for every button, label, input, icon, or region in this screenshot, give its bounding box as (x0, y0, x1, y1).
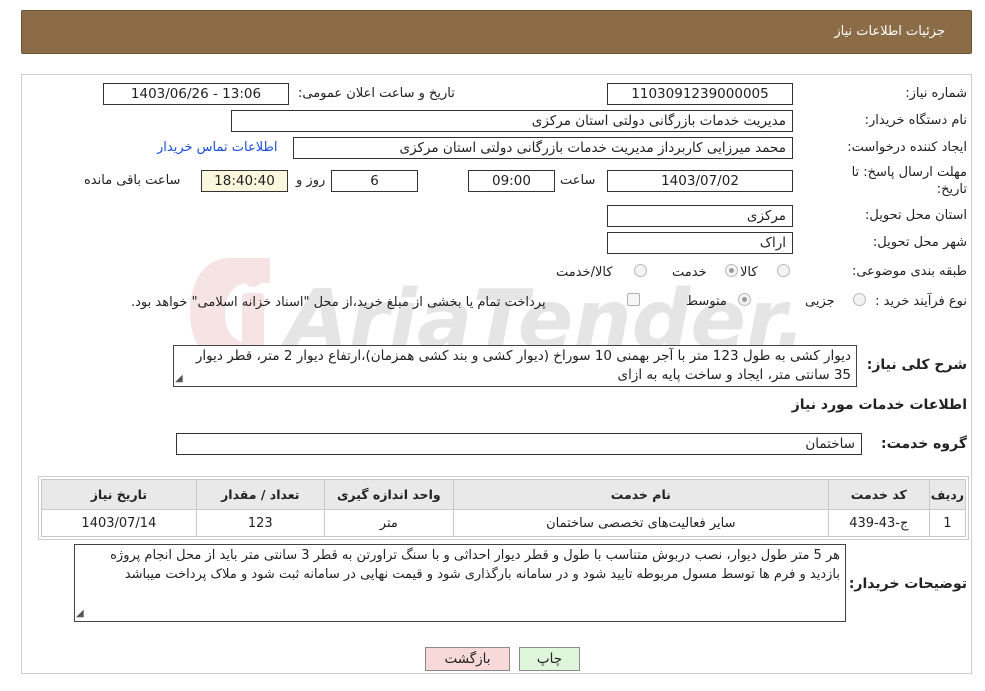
page-header (21, 10, 972, 54)
buyer-notes-textarea[interactable]: هر 5 متر طول دیوار، نصب دربوش متناسب با … (74, 544, 846, 622)
requester-label: ایجاد کننده درخواست: (847, 140, 967, 155)
province-label: استان محل تحویل: (865, 208, 967, 223)
process-label: نوع فرآیند خرید : (875, 294, 967, 309)
cell-date: 1403/07/14 (41, 509, 197, 537)
category-option-service: خدمت (672, 265, 707, 280)
payment-note: پرداخت تمام یا بخشی از مبلغ خرید،از محل … (131, 295, 546, 310)
deadline-label-line2: تاریخ: (936, 182, 967, 197)
cell-quantity: 123 (195, 509, 325, 537)
remaining-time-field: 18:40:40 (201, 170, 288, 192)
buyer-org-label: نام دستگاه خریدار: (864, 113, 967, 128)
resize-grip-icon[interactable]: ◢ (175, 373, 183, 384)
deadline-label-line1: مهلت ارسال پاسخ: تا (851, 165, 967, 180)
category-radio-both[interactable] (634, 264, 647, 277)
announce-field[interactable]: 1403/06/26 - 13:06 (103, 83, 289, 105)
description-textarea[interactable]: دیوار کشی به طول 123 متر با آجر بهمنی 10… (173, 345, 857, 387)
services-table: ردیف کد خدمت نام خدمت واحد اندازه گیری ت… (41, 479, 967, 537)
process-radio-minor[interactable] (853, 293, 866, 306)
page-title: جزئیات اطلاعات نیاز (834, 24, 945, 39)
services-section-title: اطلاعات خدمات مورد نیاز (791, 397, 967, 413)
col-header-quantity: تعداد / مقدار (195, 479, 325, 510)
deadline-date-field[interactable]: 1403/07/02 (607, 170, 793, 192)
need-number-field[interactable]: 1103091239000005 (607, 83, 793, 105)
province-field[interactable]: مرکزی (607, 205, 793, 227)
col-header-date: تاریخ نیاز (41, 479, 197, 510)
print-button[interactable]: چاپ (519, 647, 580, 671)
process-option-minor: جزیی (805, 294, 835, 309)
cell-unit: متر (323, 509, 454, 537)
cell-row: 1 (928, 509, 967, 537)
buyer-notes-label: توضیحات خریدار: (848, 576, 967, 592)
process-option-medium: متوسط (686, 294, 727, 309)
announce-label: تاریخ و ساعت اعلان عمومی: (298, 86, 455, 101)
service-group-label: گروه خدمت: (881, 436, 967, 452)
requester-field[interactable]: محمد میرزایی کاربرداز مدیریت خدمات بازرگ… (293, 137, 793, 159)
days-field[interactable]: 6 (331, 170, 418, 192)
back-button[interactable]: بازگشت (425, 647, 510, 671)
deadline-time-field[interactable]: 09:00 (468, 170, 555, 192)
buyer-contact-link[interactable]: اطلاعات تماس خریدار (157, 140, 277, 155)
category-option-both: کالا/خدمت (556, 265, 613, 280)
days-label: روز و (296, 173, 326, 188)
col-header-row: ردیف (928, 479, 967, 510)
buyer-org-field[interactable]: مدیریت خدمات بازرگانی دولتی استان مرکزی (231, 110, 793, 132)
process-radio-medium[interactable] (738, 293, 751, 306)
table-row[interactable]: 1 ج-43-439 سایر فعالیت‌های تخصصی ساختمان… (41, 509, 967, 537)
category-label: طبقه بندی موضوعی: (851, 264, 967, 279)
col-header-unit: واحد اندازه گیری (323, 479, 454, 510)
treasury-payment-checkbox[interactable] (627, 293, 640, 306)
cell-code: ج-43-439 (827, 509, 930, 537)
category-radio-goods[interactable] (777, 264, 790, 277)
col-header-name: نام خدمت (452, 479, 829, 510)
category-radio-service[interactable] (725, 264, 738, 277)
deadline-time-label: ساعت (560, 173, 596, 188)
description-label: شرح کلی نیاز: (866, 357, 967, 373)
remaining-label: ساعت باقی مانده (84, 173, 181, 188)
cell-name: سایر فعالیت‌های تخصصی ساختمان (452, 509, 829, 537)
service-group-field[interactable]: ساختمان (176, 433, 862, 455)
need-number-label: شماره نیاز: (905, 86, 967, 101)
col-header-code: کد خدمت (827, 479, 930, 510)
city-label: شهر محل تحویل: (872, 235, 967, 250)
category-option-goods: کالا (740, 265, 758, 280)
city-field[interactable]: اراک (607, 232, 793, 254)
notes-resize-grip-icon[interactable]: ◢ (76, 608, 84, 619)
services-table-container: ردیف کد خدمت نام خدمت واحد اندازه گیری ت… (38, 476, 969, 540)
